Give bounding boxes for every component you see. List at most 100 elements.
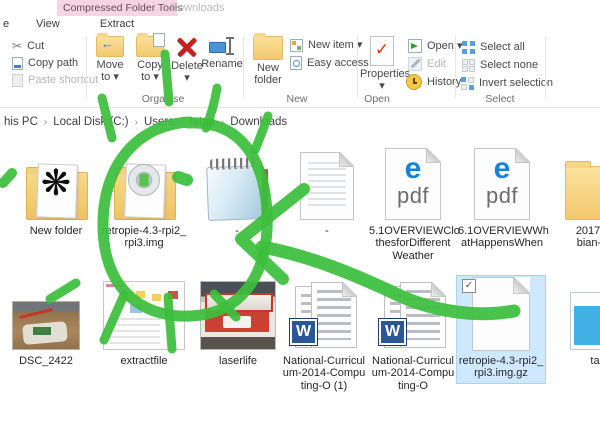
breadcrumb-item[interactable]: Users: [142, 116, 176, 128]
breadcrumb-item[interactable]: his PC: [2, 116, 40, 128]
group-label-select: Select: [465, 93, 535, 105]
history-button[interactable]: History: [406, 74, 461, 90]
notepad-icon: [206, 157, 268, 221]
file-tile[interactable]: epdf5.1OVERVIEWClothesforDifferentWeathe…: [369, 146, 457, 265]
file-tile[interactable]: ★ ta: [551, 276, 600, 370]
word-doc-icon: W: [289, 282, 359, 352]
open-label: Open ▾: [427, 40, 463, 52]
open-icon: [408, 39, 422, 53]
item-checkbox[interactable]: ✓: [462, 279, 476, 293]
file-tile[interactable]: epdf6.1OVERVIEWWhatHappensWhen: [458, 146, 546, 253]
select-none-label: Select none: [480, 59, 538, 71]
menu-item-extract[interactable]: Extract: [57, 18, 177, 30]
tab-compressed-folder-tools[interactable]: Compressed Folder Tools: [57, 0, 177, 16]
file-tile[interactable]: -: [193, 146, 281, 240]
breadcrumb-item[interactable]: Local Disk (C:): [51, 116, 130, 128]
breadcrumb-separator: ›: [176, 117, 187, 128]
file-label: National-Curriculum-2014-Computing-O (1): [280, 355, 368, 392]
photo-dsc-icon: [12, 301, 80, 350]
select-all-button[interactable]: Select all: [462, 39, 525, 55]
file-tile[interactable]: WNational-Curriculum-2014-Computing-O: [369, 276, 457, 395]
menu-item-partial[interactable]: e: [3, 18, 9, 30]
ribbon-separator: [86, 36, 87, 98]
breadcrumb-separator: ›: [40, 117, 51, 128]
file-label: laserlife: [194, 355, 282, 367]
edit-icon: [408, 57, 422, 71]
file-tile[interactable]: extractfile: [100, 276, 188, 370]
history-label: History: [427, 76, 461, 88]
invert-selection-label: Invert selection: [479, 77, 553, 89]
edge-pdf-icon: epdf: [385, 148, 441, 220]
folder-plain-icon: [565, 166, 600, 220]
ribbon: ✂Cut Copy path Paste shortcut ← Moveto ▾…: [0, 32, 600, 108]
breadcrumb-item[interactable]: tatan: [187, 116, 217, 128]
properties-button[interactable]: ✓ Properties▾: [360, 36, 404, 92]
address-bar: his PC›Local Disk (C:)›Users›tatan›Downl…: [0, 108, 600, 138]
group-label-new: New: [262, 93, 332, 105]
file-label: retropie-4.3-rpi2_rpi3.img: [100, 225, 188, 250]
new-item-icon: [290, 39, 303, 52]
move-to-icon: ←: [96, 36, 124, 57]
copy-path-button[interactable]: Copy path: [12, 55, 78, 71]
ribbon-tab-strip: Compressed Folder Tools Downloads: [0, 0, 600, 16]
rename-icon: [209, 36, 235, 56]
new-folder-button[interactable]: Newfolder: [248, 36, 288, 86]
photo-starfish-icon: ★: [570, 292, 600, 350]
select-all-icon: [462, 41, 475, 54]
select-none-icon: [462, 59, 475, 72]
invert-selection-icon: [461, 77, 474, 90]
rename-button[interactable]: Rename: [200, 36, 244, 71]
text-doc-icon: [300, 152, 354, 220]
new-folder-icon: [253, 36, 283, 60]
edit-label: Edit: [427, 58, 446, 70]
file-label: -: [283, 225, 371, 237]
file-label: extractfile: [100, 355, 188, 367]
copy-path-label: Copy path: [28, 57, 78, 69]
file-tile[interactable]: WNational-Curriculum-2014-Computing-O (1…: [280, 276, 368, 395]
history-clock-icon: [406, 74, 422, 90]
select-none-button[interactable]: Select none: [462, 57, 538, 73]
breadcrumb-separator: ›: [131, 117, 142, 128]
tab-downloads[interactable]: Downloads: [170, 0, 224, 16]
file-tile[interactable]: -: [283, 146, 371, 240]
screenshot-icon: [103, 281, 185, 350]
copy-path-icon: [12, 57, 23, 70]
easy-access-icon: [290, 56, 302, 70]
file-tile[interactable]: 2017-04bian-jes: [552, 146, 600, 253]
file-label: DSC_2422: [2, 355, 90, 367]
file-tile[interactable]: DSC_2422: [2, 276, 90, 370]
edit-button[interactable]: Edit: [408, 56, 446, 72]
file-label: New folder: [12, 225, 100, 237]
invert-selection-button[interactable]: Invert selection: [461, 75, 553, 91]
file-tile[interactable]: ❋ New folder: [12, 146, 100, 240]
generic-file-icon: [472, 277, 530, 351]
edge-pdf-icon: epdf: [474, 148, 530, 220]
folder-pinwheel-icon: ❋: [21, 150, 91, 222]
move-to-button[interactable]: ← Moveto ▾: [90, 36, 130, 83]
file-list: ❋New folderretropie-4.3-rpi2_rpi3.img--e…: [0, 138, 600, 434]
file-label: National-Curriculum-2014-Computing-O: [369, 355, 457, 392]
ribbon-separator: [357, 36, 358, 98]
folder-disc-icon: [109, 150, 179, 222]
cut-button[interactable]: ✂Cut: [12, 38, 44, 54]
paste-shortcut-label: Paste shortcut: [28, 74, 98, 86]
file-label: -: [193, 225, 281, 237]
file-tile[interactable]: ✓retropie-4.3-rpi2_rpi3.img.gz: [457, 276, 545, 383]
delete-x-icon: [176, 36, 198, 58]
breadcrumb: his PC›Local Disk (C:)›Users›tatan›Downl…: [2, 116, 289, 128]
file-tile[interactable]: laserlife: [194, 276, 282, 370]
file-label: 2017-04bian-jes: [552, 225, 600, 250]
cut-label: Cut: [27, 40, 44, 52]
group-label-organise: Organise: [128, 93, 198, 105]
file-tile[interactable]: retropie-4.3-rpi2_rpi3.img: [100, 146, 188, 253]
ribbon-separator: [243, 36, 244, 98]
properties-icon: ✓: [370, 36, 394, 66]
breadcrumb-item[interactable]: Downloads: [228, 116, 289, 128]
breadcrumb-separator: ›: [217, 117, 228, 128]
file-label: ta: [551, 355, 600, 367]
ribbon-separator: [455, 36, 456, 98]
select-all-label: Select all: [480, 41, 525, 53]
copy-to-button[interactable]: Copyto ▾: [130, 36, 170, 83]
new-item-button[interactable]: New item ▾: [290, 37, 362, 53]
ribbon-separator: [545, 36, 546, 98]
